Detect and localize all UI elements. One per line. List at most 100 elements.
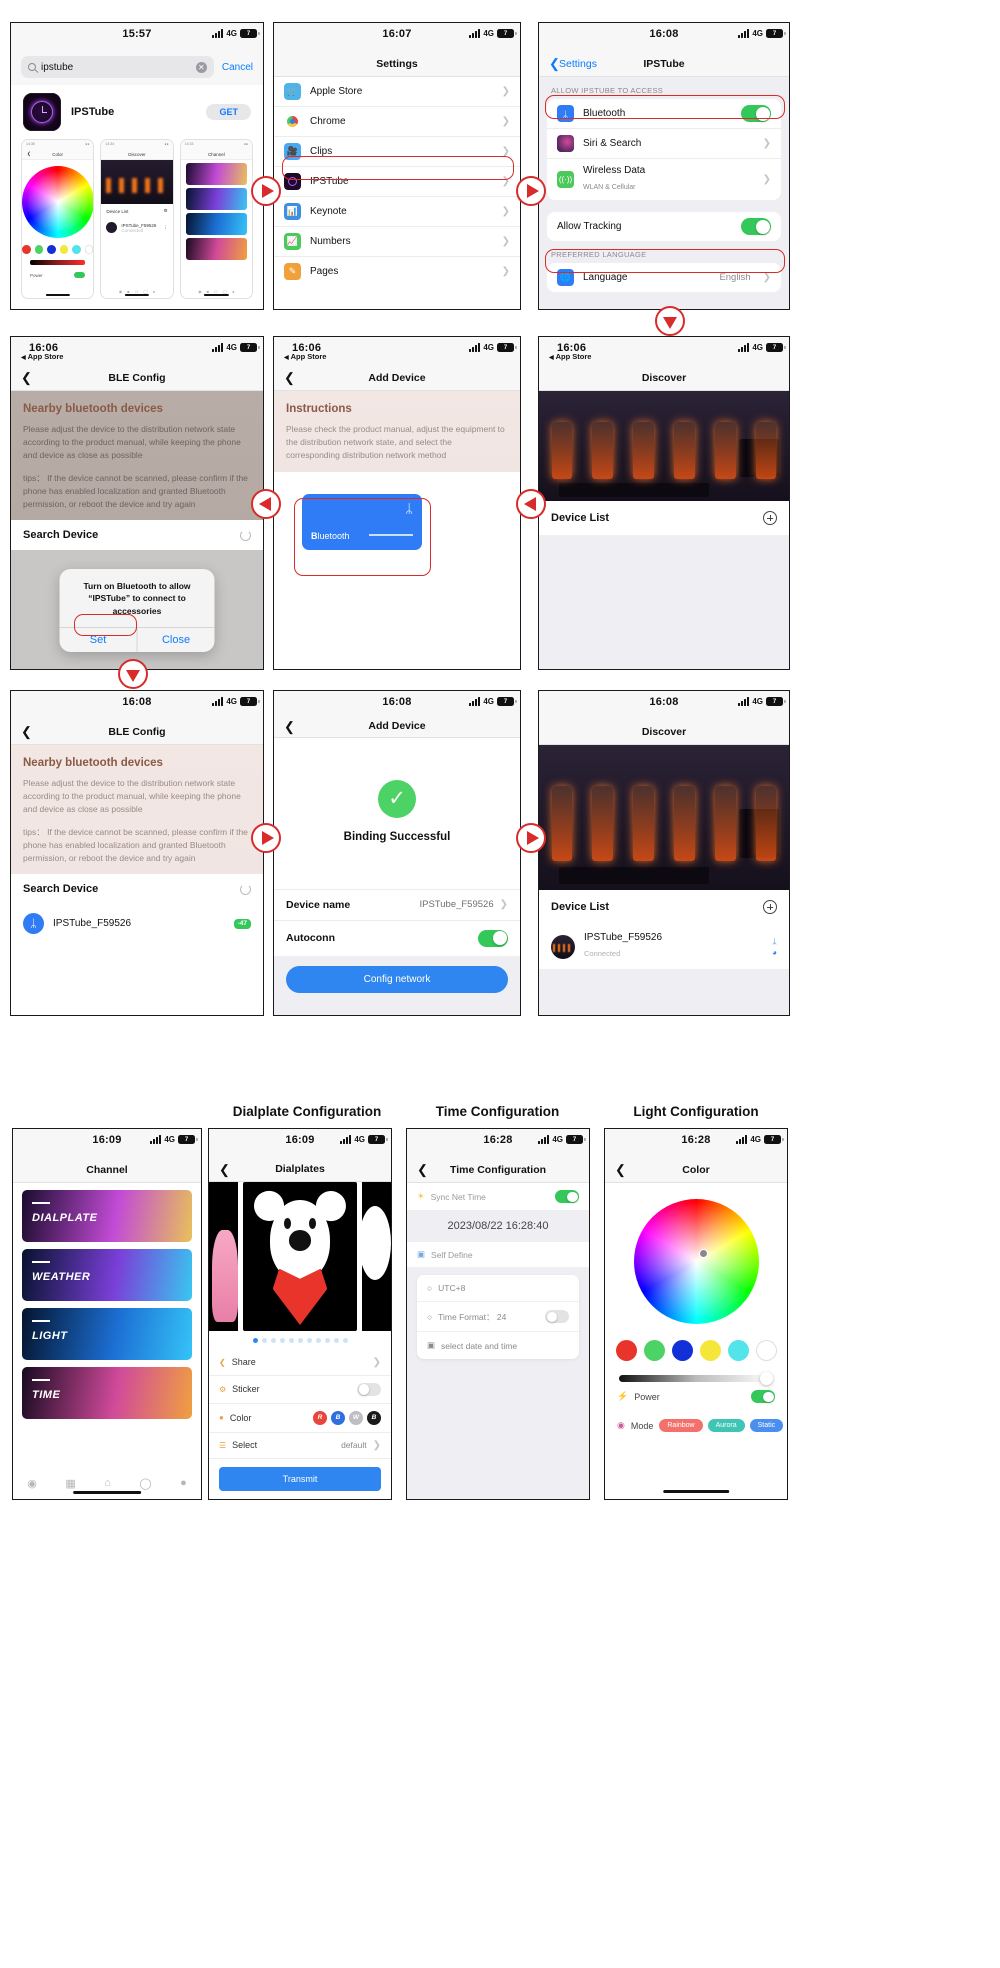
add-device-icon[interactable] xyxy=(763,511,777,525)
carousel-dot[interactable] xyxy=(333,1337,339,1343)
color-swatch[interactable] xyxy=(727,1340,749,1361)
settings-row-apple-store[interactable]: 🛒 Apple Store ❯ xyxy=(274,77,520,107)
carousel-dot[interactable] xyxy=(252,1337,258,1343)
time-options-card[interactable]: ○ UTC+8 ○ Time Format： 24 ▣ select date and t… xyxy=(417,1275,579,1359)
back-to-app-label[interactable]: App Store xyxy=(549,352,592,361)
option-row-color[interactable]: ● Color R B W B xyxy=(209,1404,391,1433)
alert-close-button[interactable]: Close xyxy=(136,627,215,652)
dialplate-options[interactable]: ❮ Share ❯ ⚙ Sticker ● Color R B W B ☰ Select default ❯… xyxy=(209,1349,391,1499)
home-icon[interactable]: ⌂ xyxy=(104,1477,111,1490)
settings-row-numbers[interactable]: 📈 Numbers ❯ xyxy=(274,227,520,257)
option-row-sticker[interactable]: ⚙ Sticker xyxy=(209,1376,391,1404)
carousel-dot[interactable] xyxy=(324,1337,330,1343)
carousel-dot[interactable] xyxy=(297,1337,303,1343)
sticker-toggle[interactable] xyxy=(357,1382,381,1396)
color-chips[interactable]: RBWB xyxy=(313,1410,381,1425)
carousel-dot[interactable] xyxy=(288,1337,294,1343)
back-to-app-label[interactable]: App Store xyxy=(21,352,64,361)
dialplate-preview-prev[interactable] xyxy=(209,1182,239,1331)
time-option-row[interactable]: ○ Time Format： 24 xyxy=(417,1302,579,1332)
allow-tracking-row[interactable]: Allow Tracking xyxy=(547,212,781,241)
channel-card[interactable]: WEATHER xyxy=(22,1249,192,1301)
color-chip[interactable]: B xyxy=(367,1410,381,1425)
tab-bar[interactable]: ◉ ▦ ⌂ ◯ ● xyxy=(13,1477,201,1490)
cancel-button[interactable]: Cancel xyxy=(222,62,253,73)
compass-icon[interactable]: ◉ xyxy=(27,1477,37,1490)
option-row-share[interactable]: ❮ Share ❯ xyxy=(209,1350,391,1376)
carousel-dot[interactable] xyxy=(315,1337,321,1343)
color-swatches[interactable] xyxy=(605,1340,787,1361)
option-row-select[interactable]: ☰ Select default ❯ xyxy=(209,1433,391,1459)
channel-card[interactable]: TIME xyxy=(22,1367,192,1419)
settings-row-clips[interactable]: 🎥 Clips ❯ xyxy=(274,137,520,167)
settings-row-chrome[interactable]: Chrome ❯ xyxy=(274,107,520,137)
app-result-row[interactable]: IPSTube GET xyxy=(11,85,263,139)
self-define-row[interactable]: ▣ Self Define xyxy=(407,1242,589,1267)
color-swatch[interactable] xyxy=(699,1340,721,1361)
add-device-icon[interactable] xyxy=(763,900,777,914)
settings-app-list[interactable]: 🛒 Apple Store ❯ Chrome ❯ 🎥 Clips ❯ IPSTube ❯ 📊 Keyn… xyxy=(274,77,520,286)
channel-card[interactable]: LIGHT xyxy=(22,1308,192,1360)
carousel-dot[interactable] xyxy=(306,1337,312,1343)
permissions-group[interactable]: ᛦ Bluetooth Siri & Search ❯ ((·)) Wireless Da… xyxy=(547,99,781,200)
color-chip[interactable]: W xyxy=(349,1410,363,1425)
grid-icon[interactable]: ▦ xyxy=(65,1477,75,1490)
mode-button-rainbow[interactable]: Rainbow xyxy=(659,1419,703,1432)
dialplate-preview-next[interactable] xyxy=(361,1182,391,1331)
permission-row-bluetooth[interactable]: ᛦ Bluetooth xyxy=(547,99,781,129)
permission-row-wireless-data[interactable]: ((·)) Wireless Data WLAN & Cellular ❯ xyxy=(547,159,781,200)
chat-icon[interactable]: ◯ xyxy=(139,1477,151,1490)
channel-card-list[interactable]: DIALPLATE WEATHER LIGHT TIME ◉ ▦ ⌂ ◯ ● xyxy=(13,1183,201,1499)
color-swatch[interactable] xyxy=(671,1340,693,1361)
tracking-group[interactable]: Allow Tracking xyxy=(547,212,781,241)
settings-row-keynote[interactable]: 📊 Keynote ❯ xyxy=(274,197,520,227)
transmit-button[interactable]: Transmit xyxy=(219,1466,381,1491)
get-button[interactable]: GET xyxy=(206,104,251,120)
carousel-dot[interactable] xyxy=(279,1337,285,1343)
brightness-slider[interactable] xyxy=(619,1372,773,1385)
bluetooth-toggle[interactable] xyxy=(741,105,771,122)
clear-icon[interactable]: ✕ xyxy=(195,61,207,73)
mode-row[interactable]: ◉ Mode Rainbow Aurora Static xyxy=(605,1411,787,1440)
permission-row-siri---search[interactable]: Siri & Search ❯ xyxy=(547,129,781,159)
connected-device-item[interactable]: IPSTube_F59526 Connected ᛦ ◕ xyxy=(539,924,789,969)
alert-set-button[interactable]: Set xyxy=(60,628,137,652)
language-group[interactable]: 🌐 Language English ❯ xyxy=(547,263,781,292)
language-row[interactable]: 🌐 Language English ❯ xyxy=(547,263,781,292)
back-to-app-label[interactable]: App Store xyxy=(284,352,327,361)
mode-button-aurora[interactable]: Aurora xyxy=(707,1419,745,1432)
color-picker-area[interactable]: ⚡ Power ◉ Mode Rainbow Aurora Static xyxy=(605,1183,787,1499)
profile-icon[interactable]: ● xyxy=(180,1477,187,1490)
search-input[interactable]: ipstube ✕ xyxy=(21,56,214,78)
color-wheel-handle[interactable] xyxy=(698,1249,708,1258)
mode-buttons[interactable]: Rainbow Aurora Static xyxy=(659,1419,784,1432)
sync-net-time-row[interactable]: ☀ Sync Net Time xyxy=(407,1183,589,1210)
time-option-row[interactable]: ○ UTC+8 xyxy=(417,1275,579,1302)
discovered-device-row[interactable]: ᛦ IPSTube_F59526 -47 xyxy=(11,904,263,944)
settings-row-ipstube[interactable]: IPSTube ❯ xyxy=(274,167,520,197)
dialplate-preview-current[interactable] xyxy=(243,1182,357,1331)
carousel-dot[interactable] xyxy=(270,1337,276,1343)
power-row[interactable]: ⚡ Power xyxy=(605,1382,787,1411)
settings-row-pages[interactable]: ✎ Pages ❯ xyxy=(274,257,520,286)
device-name-row[interactable]: Device name IPSTube_F59526 ❯ xyxy=(274,888,520,920)
power-toggle[interactable] xyxy=(751,1390,775,1403)
dialplate-carousel[interactable] xyxy=(209,1182,391,1331)
color-swatch[interactable] xyxy=(615,1340,637,1361)
sync-net-time-toggle[interactable] xyxy=(555,1190,579,1203)
time-option-row[interactable]: ▣ select date and time xyxy=(417,1332,579,1359)
slider-handle[interactable] xyxy=(760,1372,773,1385)
mode-button-static[interactable]: Static xyxy=(749,1419,784,1432)
color-swatch[interactable] xyxy=(643,1340,665,1361)
time-format-toggle[interactable] xyxy=(545,1310,569,1323)
autoconn-toggle[interactable] xyxy=(478,929,508,947)
autoconn-row[interactable]: Autoconn xyxy=(274,919,520,956)
carousel-dots[interactable] xyxy=(209,1331,391,1350)
allow-tracking-toggle[interactable] xyxy=(741,218,771,235)
color-swatch[interactable] xyxy=(755,1340,777,1361)
color-chip[interactable]: R xyxy=(313,1410,327,1425)
carousel-dot[interactable] xyxy=(261,1337,267,1343)
color-chip[interactable]: B xyxy=(331,1410,345,1425)
channel-card[interactable]: DIALPLATE xyxy=(22,1190,192,1242)
color-wheel[interactable] xyxy=(633,1199,759,1324)
